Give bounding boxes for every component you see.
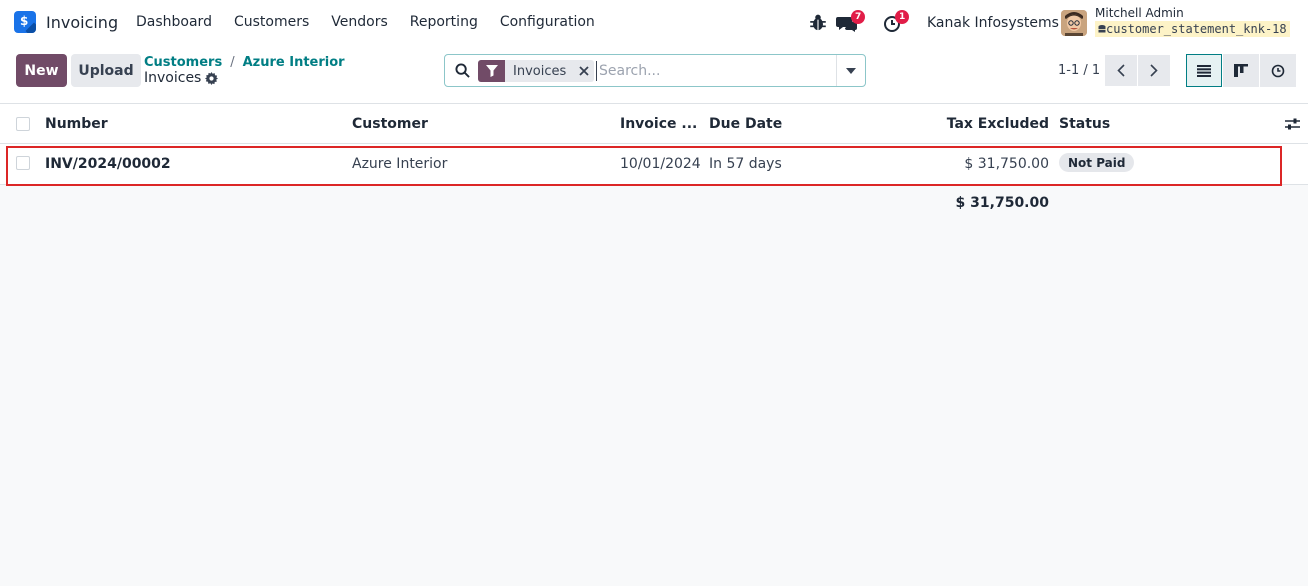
tax-excluded-total: $ 31,750.00 [955,195,1049,211]
app-brand[interactable]: $ Invoicing [14,11,118,33]
caret-down-icon [846,67,856,74]
optional-columns-icon[interactable] [1285,117,1300,131]
menu-item-vendors[interactable]: Vendors [331,14,387,30]
status-badge: Not Paid [1059,153,1135,172]
search-input[interactable] [596,61,831,81]
user-avatar[interactable] [1061,10,1087,36]
list-view-button[interactable] [1186,54,1222,87]
clock-icon [1271,64,1285,77]
activity-view-button[interactable] [1260,54,1296,87]
breadcrumb: Customers / Azure Interior [144,55,345,70]
cell-invoice-date: 10/01/2024 [620,156,701,172]
column-header-invoice-date[interactable]: Invoice ... [620,116,697,132]
row-checkbox[interactable] [16,156,30,170]
facet-label: Invoices [513,63,567,79]
pager-next-button[interactable] [1138,55,1170,86]
pager-value[interactable]: 1-1 / 1 [1058,63,1100,78]
menu-item-reporting[interactable]: Reporting [410,14,478,30]
top-navbar: $ Invoicing Dashboard Customers Vendors … [0,0,1308,46]
control-panel: New Upload Customers / Azure Interior Invo… [0,46,1308,104]
column-header-status[interactable]: Status [1059,116,1110,132]
database-icon [1098,25,1106,33]
cell-number: INV/2024/00002 [45,156,171,172]
column-header-tax-excluded[interactable]: Tax Excluded [947,116,1049,132]
menu-item-dashboard[interactable]: Dashboard [136,14,212,30]
new-button[interactable]: New [16,54,67,87]
select-all-checkbox[interactable] [16,117,30,131]
facet-remove-button[interactable] [574,60,594,82]
cell-customer: Azure Interior [352,156,448,172]
kanban-view-button[interactable] [1223,54,1259,87]
filter-icon [485,65,498,77]
gear-icon[interactable] [205,71,219,85]
pager-previous-button[interactable] [1105,55,1137,86]
company-switcher[interactable]: Kanak Infosystems [927,15,1059,31]
table-row[interactable]: INV/2024/00002 Azure Interior 10/01/2024… [0,144,1308,185]
user-name[interactable]: Mitchell Admin [1095,6,1184,20]
facet-type [478,60,505,82]
app-name: Invoicing [46,12,119,32]
menu-item-configuration[interactable]: Configuration [500,14,595,30]
database-name: customer_statement_knk-18 [1095,21,1290,37]
chevron-left-icon [1117,64,1125,77]
list-icon [1197,64,1211,77]
breadcrumb-customers[interactable]: Customers [144,55,222,70]
cell-due-date: In 57 days [709,156,782,172]
page-title: Invoices [144,70,219,86]
search-bar: Invoices [444,54,866,87]
search-icon[interactable] [455,63,470,78]
avatar-image [1061,10,1087,36]
messages-button[interactable]: 7 [836,10,872,34]
bug-icon[interactable] [808,13,828,33]
column-header-customer[interactable]: Customer [352,116,428,132]
column-header-number[interactable]: Number [45,116,108,132]
cell-tax-excluded: $ 31,750.00 [964,156,1049,172]
chevron-right-icon [1150,64,1158,77]
activities-button[interactable]: 1 [883,10,913,34]
search-facet-invoices: Invoices [478,60,595,82]
messages-count-badge: 7 [851,10,866,24]
invoicing-app-icon: $ [14,11,36,33]
list-header: Number Customer Invoice ... Due Date Tax… [0,104,1308,144]
main-menu: Dashboard Customers Vendors Reporting Co… [136,14,595,30]
breadcrumb-azure-interior[interactable]: Azure Interior [243,55,345,70]
close-icon [579,66,589,76]
column-header-due-date[interactable]: Due Date [709,116,782,132]
search-options-toggle[interactable] [836,55,865,86]
upload-button[interactable]: Upload [71,54,141,87]
current-page-label: Invoices [144,70,202,86]
menu-item-customers[interactable]: Customers [234,14,309,30]
activities-count-badge: 1 [895,10,910,24]
kanban-icon [1234,64,1248,77]
